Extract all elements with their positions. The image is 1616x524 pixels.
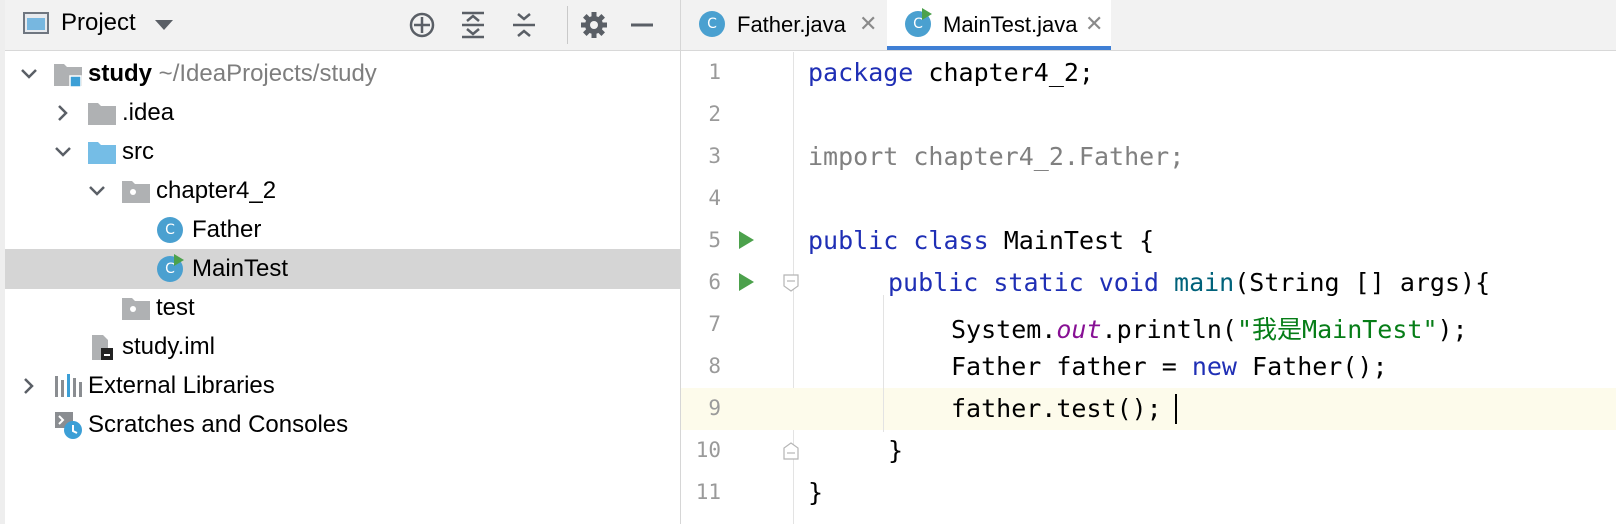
project-tool-window: Project study ~/IdeaProjects/study .idea…	[0, 0, 681, 524]
tab-maintest-java[interactable]: C MainTest.java ✕	[887, 0, 1111, 50]
code-line[interactable]: 4	[681, 178, 1616, 220]
chevron-down-icon[interactable]	[87, 181, 107, 201]
chevron-right-icon[interactable]	[19, 376, 39, 396]
fold-end-icon[interactable]	[783, 442, 799, 460]
line-number: 11	[695, 480, 721, 504]
crosshair-icon	[409, 12, 435, 38]
tree-item-label: External Libraries	[88, 372, 275, 399]
line-number: 9	[708, 396, 721, 420]
chevron-right-icon[interactable]	[53, 103, 73, 123]
tree-item-test[interactable]: test	[5, 288, 680, 328]
code-text: Father father = new Father();	[951, 352, 1388, 381]
tree-item-path: ~/IdeaProjects/study	[152, 60, 377, 87]
code-line-current[interactable]: 9 father.test();	[681, 388, 1616, 430]
line-number: 2	[708, 102, 721, 126]
tree-item-label: chapter4_2	[156, 177, 277, 204]
line-number: 7	[708, 312, 721, 336]
text-caret	[1175, 394, 1177, 424]
tree-item-chapter4-2[interactable]: chapter4_2	[5, 171, 680, 211]
expand-all-icon	[462, 11, 484, 39]
fold-icon[interactable]	[783, 274, 799, 292]
line-number: 4	[708, 186, 721, 210]
code-text: System.out.println("我是MainTest");	[951, 315, 1468, 344]
tree-item-label: Father	[192, 216, 262, 243]
tab-label: Father.java	[737, 12, 846, 37]
expand-all-button[interactable]	[456, 8, 490, 42]
java-class-icon: C	[699, 11, 725, 37]
code-text: import chapter4_2.Father;	[808, 142, 1185, 171]
editor-area: C Father.java ✕ C MainTest.java ✕ 1 pack…	[681, 0, 1616, 524]
tab-father-java[interactable]: C Father.java ✕	[681, 0, 881, 50]
line-number: 8	[708, 354, 721, 378]
code-text: public static void main(String [] args){	[888, 268, 1491, 297]
source-folder-icon	[88, 142, 116, 164]
run-icon[interactable]	[739, 231, 754, 249]
tree-item-label: study.iml	[122, 333, 215, 360]
code-line[interactable]: 2	[681, 94, 1616, 136]
tree-item-label: study	[88, 60, 153, 87]
chevron-down-icon[interactable]	[155, 20, 173, 30]
scratches-icon	[55, 412, 82, 439]
tree-item-scratches[interactable]: Scratches and Consoles	[5, 405, 680, 445]
collapse-all-icon	[513, 13, 535, 37]
options-button[interactable]	[577, 8, 611, 42]
code-line[interactable]: 11 }	[681, 472, 1616, 514]
project-panel-header: Project	[5, 0, 680, 51]
code-text: father.test();	[951, 394, 1162, 423]
close-icon[interactable]: ✕	[1085, 11, 1103, 37]
iml-file-icon	[92, 335, 113, 360]
tree-item-label: MainTest	[192, 255, 289, 282]
java-class-icon: C	[157, 217, 187, 245]
toolbar-separator	[567, 6, 568, 44]
editor-tab-bar: C Father.java ✕ C MainTest.java ✕	[681, 0, 1616, 51]
tree-item-label: test	[156, 294, 195, 321]
code-line[interactable]: 10 }	[681, 430, 1616, 472]
java-class-runnable-icon: C	[905, 8, 932, 37]
code-line[interactable]: 8 Father father = new Father();	[681, 346, 1616, 388]
tree-item-src[interactable]: src	[5, 132, 680, 172]
hide-panel-button[interactable]	[625, 8, 659, 42]
chevron-down-icon[interactable]	[53, 142, 73, 162]
tree-item-external-libraries[interactable]: External Libraries	[5, 366, 680, 406]
code-text: }	[888, 436, 904, 465]
tree-item-label: .idea	[122, 99, 175, 126]
code-line[interactable]: 6 public static void main(String [] args…	[681, 262, 1616, 304]
project-panel-title[interactable]: Project	[61, 9, 136, 37]
folder-icon	[88, 103, 116, 125]
tree-item-study[interactable]: study ~/IdeaProjects/study	[5, 54, 680, 94]
run-icon[interactable]	[739, 273, 754, 291]
java-class-runnable-icon: C	[157, 254, 187, 284]
line-number: 6	[708, 270, 721, 294]
tree-item-maintest[interactable]: C MainTest	[5, 249, 680, 289]
line-number: 1	[708, 60, 721, 84]
module-folder-icon	[54, 64, 82, 88]
tree-item-label: Scratches and Consoles	[88, 411, 349, 438]
line-number: 10	[695, 438, 721, 462]
code-line[interactable]: 1 package chapter4_2;	[681, 52, 1616, 94]
code-line[interactable]: 7 System.out.println("我是MainTest");	[681, 304, 1616, 346]
package-icon	[122, 181, 150, 203]
tree-item-label: src	[122, 138, 154, 165]
minimize-icon	[631, 23, 653, 27]
gear-icon	[581, 12, 607, 38]
line-number: 3	[708, 144, 721, 168]
package-icon	[122, 298, 150, 320]
collapse-all-button[interactable]	[507, 8, 541, 42]
select-opened-file-button[interactable]	[405, 8, 439, 42]
close-icon[interactable]: ✕	[859, 11, 877, 37]
tab-label: MainTest.java	[943, 12, 1078, 37]
libraries-icon	[55, 374, 82, 397]
code-line[interactable]: 3 import chapter4_2.Father;	[681, 136, 1616, 178]
code-text: public class MainTest {	[808, 226, 1155, 255]
tree-item-father[interactable]: C Father	[5, 210, 680, 250]
code-text: }	[808, 478, 824, 507]
chevron-down-icon[interactable]	[19, 64, 39, 84]
tree-item-idea[interactable]: .idea	[5, 93, 680, 133]
tree-item-study-iml[interactable]: study.iml	[5, 327, 680, 367]
code-text: package chapter4_2;	[808, 58, 1094, 87]
indent-guide	[883, 295, 884, 432]
line-number: 5	[708, 228, 721, 252]
code-line[interactable]: 5 public class MainTest {	[681, 220, 1616, 262]
project-view-icon	[23, 12, 49, 34]
